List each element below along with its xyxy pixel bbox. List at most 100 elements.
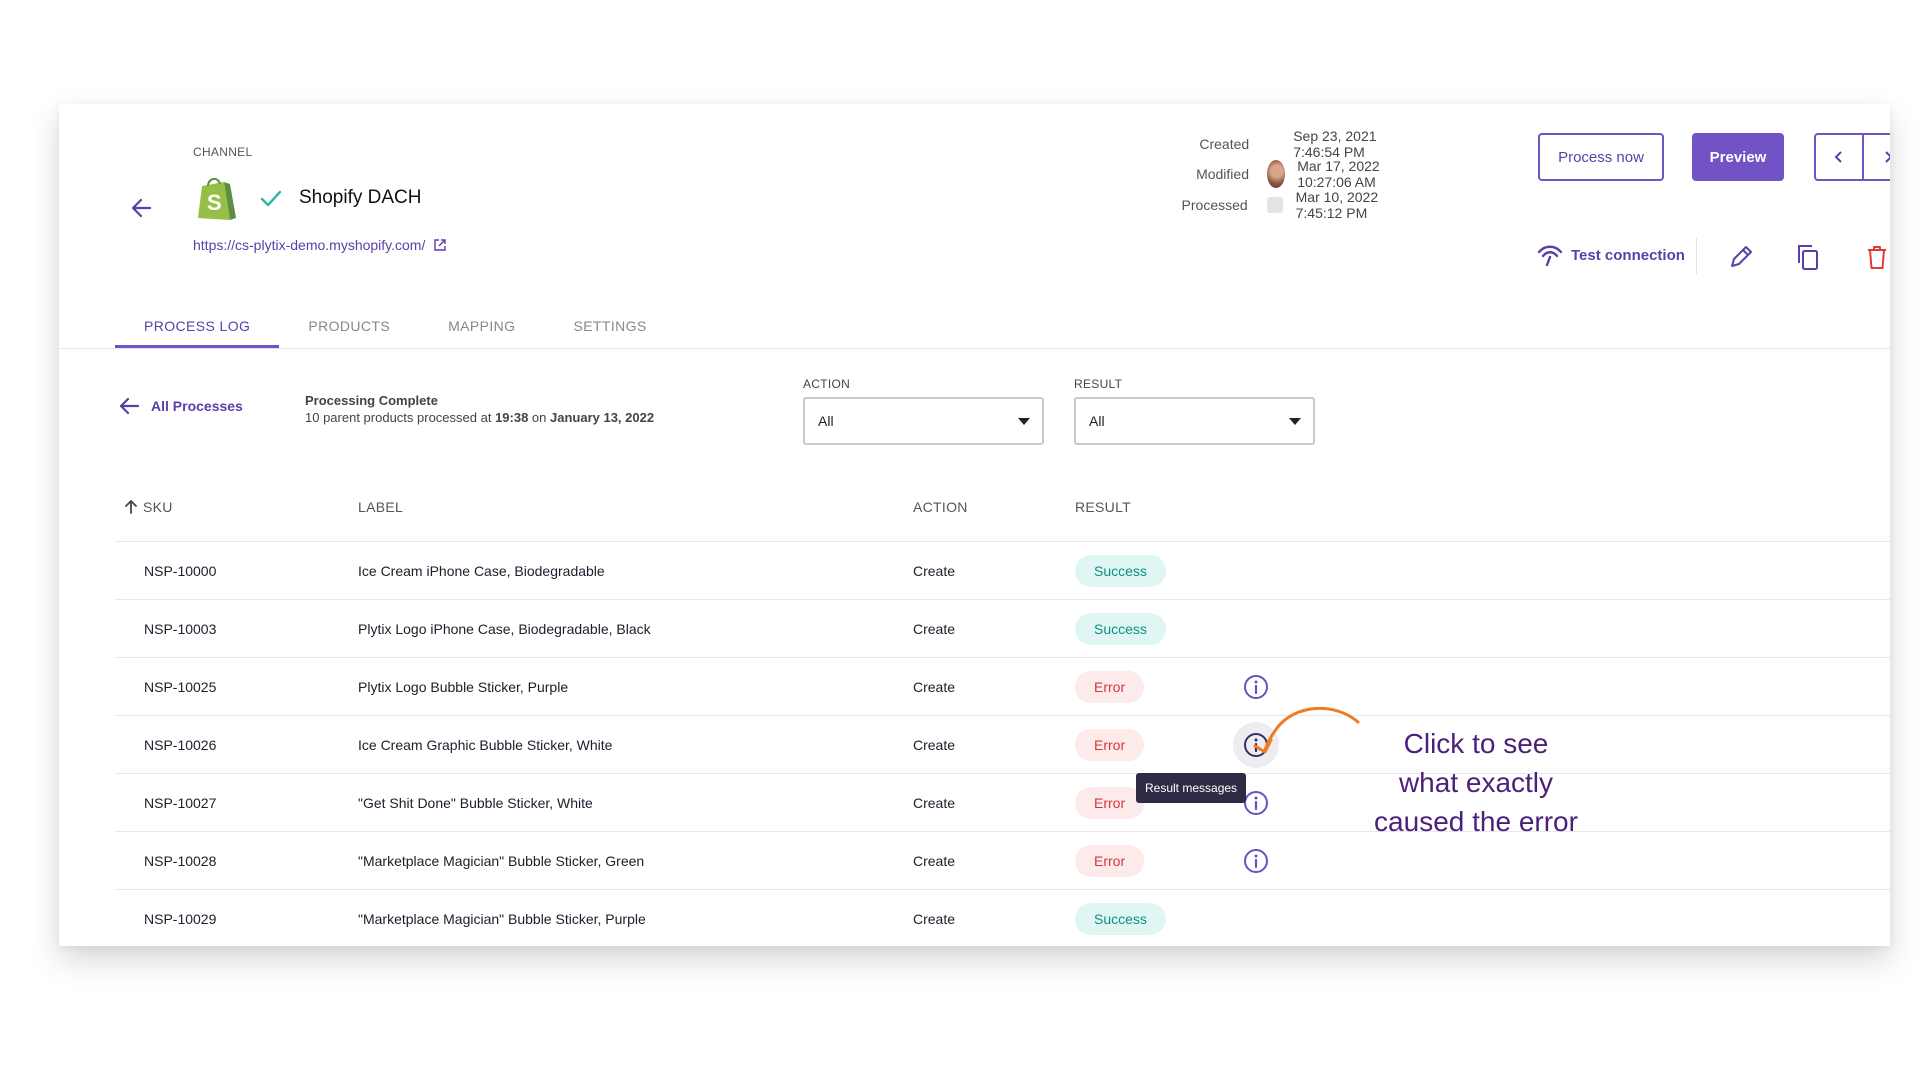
info-circle-icon[interactable]: [1242, 847, 1270, 875]
status-badge: Error: [1075, 845, 1145, 877]
meta-key: Modified: [1196, 166, 1249, 182]
result-filter-label: RESULT: [1074, 377, 1123, 391]
divider: [1696, 238, 1697, 274]
tab-process-log[interactable]: PROCESS LOG: [115, 304, 280, 348]
info-circle-icon[interactable]: [1242, 673, 1270, 701]
copy-icon[interactable]: [1794, 243, 1822, 271]
column-header-label[interactable]: LABEL: [358, 499, 403, 515]
channel-url[interactable]: https://cs-plytix-demo.myshopify.com/: [193, 237, 425, 253]
status-badge: Success: [1075, 903, 1166, 935]
channel-name: Shopify DACH: [299, 187, 422, 208]
process-status: Processing Complete 10 parent products p…: [305, 392, 654, 426]
process-now-button[interactable]: Process now: [1538, 133, 1664, 181]
avatar-placeholder: [1266, 191, 1284, 219]
status-badge: Success: [1075, 613, 1166, 645]
previous-button[interactable]: [1816, 135, 1865, 179]
caret-down-icon: [1289, 417, 1301, 425]
external-link-icon[interactable]: [433, 238, 447, 252]
action-cell: Create: [913, 679, 956, 695]
label-cell: "Get Shit Done" Bubble Sticker, White: [358, 795, 593, 811]
svg-text:S: S: [207, 190, 222, 215]
meta-key: Created: [1199, 136, 1250, 152]
column-header-result[interactable]: RESULT: [1075, 499, 1131, 515]
action-filter-label: ACTION: [803, 377, 851, 391]
annotation-line: what exactly: [1398, 767, 1554, 798]
status-detail: 10 parent products processed at 19:38 on…: [305, 409, 654, 426]
annotation-text: Click to see what exactly caused the err…: [1316, 724, 1636, 841]
result-messages-tooltip: Result messages: [1136, 773, 1247, 803]
arrow-left-icon: [119, 397, 140, 415]
result-cell: Error: [1075, 716, 1145, 774]
tab-settings[interactable]: SETTINGS: [544, 304, 675, 348]
pager: [1814, 133, 1890, 181]
column-header-sku[interactable]: SKU: [123, 499, 173, 515]
status-time: 19:38: [495, 410, 529, 425]
tabs: PROCESS LOG PRODUCTS MAPPING SETTINGS: [115, 304, 676, 348]
meta-modified: Modified Mar 17, 2022 10:27:06 AM: [1169, 158, 1405, 190]
result-cell: Success: [1075, 890, 1166, 946]
wifi-signal-icon: [1537, 245, 1563, 266]
annotation-line: caused the error: [1374, 806, 1578, 837]
table-row: NSP-10025 Plytix Logo Bubble Sticker, Pu…: [115, 657, 1890, 715]
sku-cell: NSP-10029: [144, 911, 217, 927]
trash-icon[interactable]: [1863, 243, 1890, 271]
action-cell: Create: [913, 911, 956, 927]
meta-processed: Processed Mar 10, 2022 7:45:12 PM: [1169, 189, 1397, 221]
result-filter-select[interactable]: All: [1074, 397, 1315, 445]
action-cell: Create: [913, 563, 956, 579]
label-cell: Plytix Logo iPhone Case, Biodegradable, …: [358, 621, 651, 637]
label-cell: Plytix Logo Bubble Sticker, Purple: [358, 679, 569, 695]
sku-cell: NSP-10025: [144, 679, 217, 695]
status-title: Processing Complete: [305, 393, 438, 408]
status-on: on: [528, 410, 550, 425]
label-cell: "Marketplace Magician" Bubble Sticker, P…: [358, 911, 646, 927]
status-badge: Error: [1075, 729, 1145, 761]
chevron-right-icon: [1885, 151, 1890, 163]
test-connection-label[interactable]: Test connection: [1571, 247, 1685, 264]
status-date: January 13, 2022: [550, 410, 655, 425]
action-cell: Create: [913, 737, 956, 753]
action-filter-value: All: [818, 413, 834, 429]
status-badge: Error: [1075, 787, 1145, 819]
action-filter-select[interactable]: All: [803, 397, 1044, 445]
result-cell: Error: [1075, 658, 1145, 716]
back-arrow-icon[interactable]: [128, 194, 156, 222]
sku-cell: NSP-10003: [144, 621, 217, 637]
test-connection-button[interactable]: Test connection: [1537, 244, 1685, 266]
tab-products[interactable]: PRODUCTS: [279, 304, 419, 348]
action-cell: Create: [913, 621, 956, 637]
tab-mapping[interactable]: MAPPING: [419, 304, 544, 348]
tabs-divider: [59, 348, 1890, 349]
info-circle-icon[interactable]: [1242, 789, 1270, 817]
label-cell: "Marketplace Magician" Bubble Sticker, G…: [358, 853, 645, 869]
result-cell: Error: [1075, 832, 1145, 890]
all-processes-label[interactable]: All Processes: [151, 398, 243, 414]
meta-value: Mar 10, 2022 7:45:12 PM: [1295, 189, 1379, 221]
meta-created: Created Sep 23, 2021 7:46:54 PM: [1169, 128, 1397, 160]
channel-url-link[interactable]: https://cs-plytix-demo.myshopify.com/: [193, 237, 447, 253]
column-header-action[interactable]: ACTION: [913, 499, 968, 515]
status-prefix: 10 parent products processed at: [305, 410, 496, 425]
avatar: [1266, 160, 1286, 188]
sku-cell: NSP-10026: [144, 737, 217, 753]
label-cell: Ice Cream iPhone Case, Biodegradable: [358, 563, 605, 579]
meta-key: Processed: [1181, 197, 1248, 213]
preview-button[interactable]: Preview: [1692, 133, 1784, 181]
check-icon: [260, 190, 282, 207]
sku-cell: NSP-10028: [144, 853, 217, 869]
sku-cell: NSP-10027: [144, 795, 217, 811]
meta-value: Sep 23, 2021 7:46:54 PM: [1293, 128, 1377, 160]
next-button[interactable]: [1864, 135, 1890, 179]
annotation-line: Click to see: [1403, 728, 1549, 759]
result-filter-value: All: [1089, 413, 1105, 429]
result-cell: Success: [1075, 542, 1166, 600]
label-cell: Ice Cream Graphic Bubble Sticker, White: [358, 737, 613, 753]
table-row: NSP-10029 "Marketplace Magician" Bubble …: [115, 889, 1890, 946]
result-cell: Error: [1075, 774, 1145, 832]
shopify-logo-icon: S: [198, 178, 236, 220]
pencil-icon[interactable]: [1727, 243, 1755, 271]
all-processes-link[interactable]: All Processes: [117, 396, 243, 416]
status-badge: Error: [1075, 671, 1145, 703]
table-row: NSP-10000 Ice Cream iPhone Case, Biodegr…: [115, 541, 1890, 599]
meta-value: Mar 17, 2022 10:27:06 AM: [1297, 158, 1380, 190]
